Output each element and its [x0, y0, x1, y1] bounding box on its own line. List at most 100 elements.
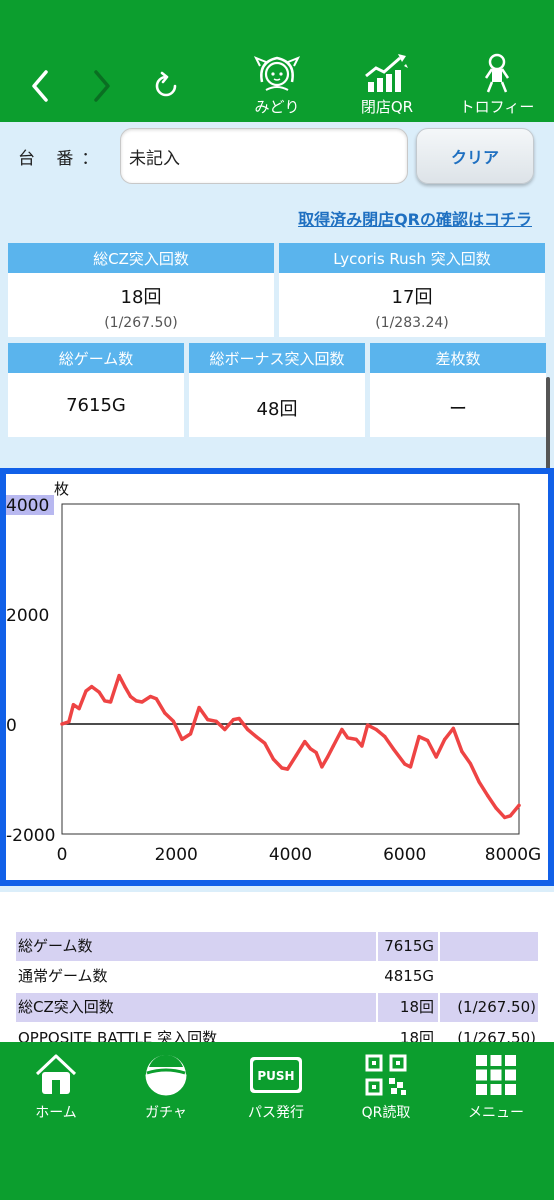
x-tick-label: 0 [57, 845, 68, 865]
data-table: 総ゲーム数 7615G 通常ゲーム数 4815G 総CZ突入回数 18回 (1/267.50… [0, 892, 554, 1042]
machine-number-row: 台 番： クリア [0, 122, 554, 196]
medal-data-point [246, 727, 250, 732]
stat-total-cz: 総CZ突入回数 18回 (1/267.50) [8, 243, 274, 337]
medal-data-point [84, 689, 88, 693]
stat-medal-difference: 差枚数 ー [370, 343, 546, 437]
x-tick-label: 2000 [155, 845, 198, 865]
medal-data-point [494, 806, 498, 810]
stat-total-bonus: 総ボーナス突入回数 48回 [189, 343, 365, 437]
medal-data-point [197, 705, 201, 710]
stat-probability: (1/283.24) [375, 315, 449, 331]
bottom-nav-label: メニュー [468, 1105, 524, 1121]
stat-value: 7615G [66, 395, 126, 416]
medal-data-point [331, 744, 335, 748]
medal-data-point [508, 814, 512, 818]
closing-qr-confirm-link[interactable]: 取得済み閉店QRの確認はコチラ [298, 206, 532, 230]
medal-data-point [383, 735, 387, 739]
medal-data-point [517, 803, 521, 807]
table-cell-label: 総ゲーム数 [16, 932, 376, 961]
bottom-nav-menu[interactable]: メニュー [446, 1052, 546, 1130]
trophy-icon [484, 53, 510, 93]
y-tick-label: 2000 [6, 606, 49, 626]
stat-header: 総ゲーム数 [8, 343, 184, 373]
medal-data-point [346, 736, 350, 740]
medal-data-point [360, 744, 364, 748]
medal-data-point [468, 762, 472, 766]
back-button[interactable] [20, 58, 60, 114]
y-tick-label: 4000 [6, 496, 49, 516]
medal-data-point [294, 753, 298, 757]
table-cell-probability: (1/267.50) [457, 1029, 536, 1042]
medal-data-point [77, 707, 81, 711]
medal-data-point [180, 737, 184, 741]
stat-value: 18回 [120, 287, 162, 308]
bottom-nav-label: ホーム [35, 1105, 77, 1121]
medal-data-point [417, 735, 421, 739]
stat-header: 差枚数 [370, 343, 546, 373]
reload-icon [155, 71, 177, 97]
table-row: 総CZ突入回数 18回 (1/267.50) [16, 993, 538, 1023]
qr-code-icon [365, 1054, 407, 1096]
medal-data-point [340, 727, 344, 732]
bottom-nav-label: パス発行 [248, 1105, 304, 1121]
medal-data-point [128, 694, 133, 699]
table-cell-value: 18回 [399, 1029, 434, 1042]
medal-data-point [303, 740, 307, 744]
top-item-trophy[interactable]: トロフィー [452, 52, 542, 118]
forward-button[interactable] [82, 58, 122, 114]
top-navigation-bar: みどり 閉店QR トロフィー [0, 0, 554, 122]
medal-data-point [308, 747, 313, 751]
medal-data-point [366, 723, 370, 727]
medal-data-point [97, 690, 101, 694]
bottom-navigation-bar: ホーム ガチャ PUSH パス発行 QR読取 メニュー [0, 1042, 554, 1200]
medal-data-point [271, 757, 275, 761]
reload-button[interactable] [146, 58, 186, 114]
bottom-nav-home[interactable]: ホーム [6, 1052, 106, 1130]
medal-data-point [117, 674, 121, 678]
medal-line-chart: 400020000-20000 2000 4000 6000 8000G枚 [6, 480, 541, 865]
medal-data-point [237, 716, 241, 721]
bottom-nav-label: ガチャ [145, 1105, 187, 1121]
medal-data-point [286, 767, 290, 771]
clear-button[interactable]: クリア [416, 128, 534, 184]
y-unit-label: 枚 [54, 480, 69, 498]
stat-total-games: 総ゲーム数 7615G [8, 343, 184, 437]
bottom-nav-gacha[interactable]: ガチャ [116, 1052, 216, 1130]
bottom-nav-pass-issue[interactable]: PUSH パス発行 [226, 1052, 326, 1130]
top-item-midori[interactable]: みどり [232, 52, 322, 118]
table-cell-label: OPPOSITE BATTLE 突入回数 [18, 1029, 218, 1042]
machine-number-label: 台 番： [18, 149, 107, 169]
table-cell-label: 総CZ突入回数 [16, 993, 376, 1022]
medal-data-point [391, 747, 395, 751]
gacha-icon [145, 1054, 187, 1096]
medal-data-point [486, 793, 490, 798]
table-cell-value: 7615G [378, 932, 438, 961]
medal-data-point [434, 755, 438, 759]
table-cell-label: 通常ゲーム数 [18, 967, 108, 985]
home-icon [35, 1054, 77, 1094]
table-cell-probability [440, 962, 538, 991]
bottom-nav-label: QR読取 [361, 1105, 411, 1121]
medal-data-point [171, 719, 175, 723]
bottom-nav-qr-reader[interactable]: QR読取 [336, 1052, 436, 1130]
medal-data-point [123, 685, 127, 689]
top-item-closing-qr[interactable]: 閉店QR [342, 52, 432, 118]
medal-data-point [314, 751, 318, 755]
machine-number-input[interactable] [120, 128, 408, 184]
stat-value: ー [449, 399, 467, 420]
medal-data-point [148, 694, 153, 699]
stat-header: 総CZ突入回数 [8, 243, 274, 273]
medal-data-point [71, 703, 75, 707]
top-item-label: みどり [254, 98, 300, 116]
table-cell-value: 4815G [384, 967, 434, 985]
medal-data-point [163, 711, 167, 715]
medal-data-point [451, 726, 455, 730]
medal-data-point [426, 738, 430, 743]
medal-data-point [67, 720, 71, 724]
stat-header: 総ボーナス突入回数 [189, 343, 365, 373]
medal-data-point [223, 727, 227, 732]
table-cell-probability [440, 932, 538, 961]
medal-data-point [326, 755, 330, 759]
medal-data-point [109, 700, 113, 704]
medal-data-point [280, 766, 284, 770]
